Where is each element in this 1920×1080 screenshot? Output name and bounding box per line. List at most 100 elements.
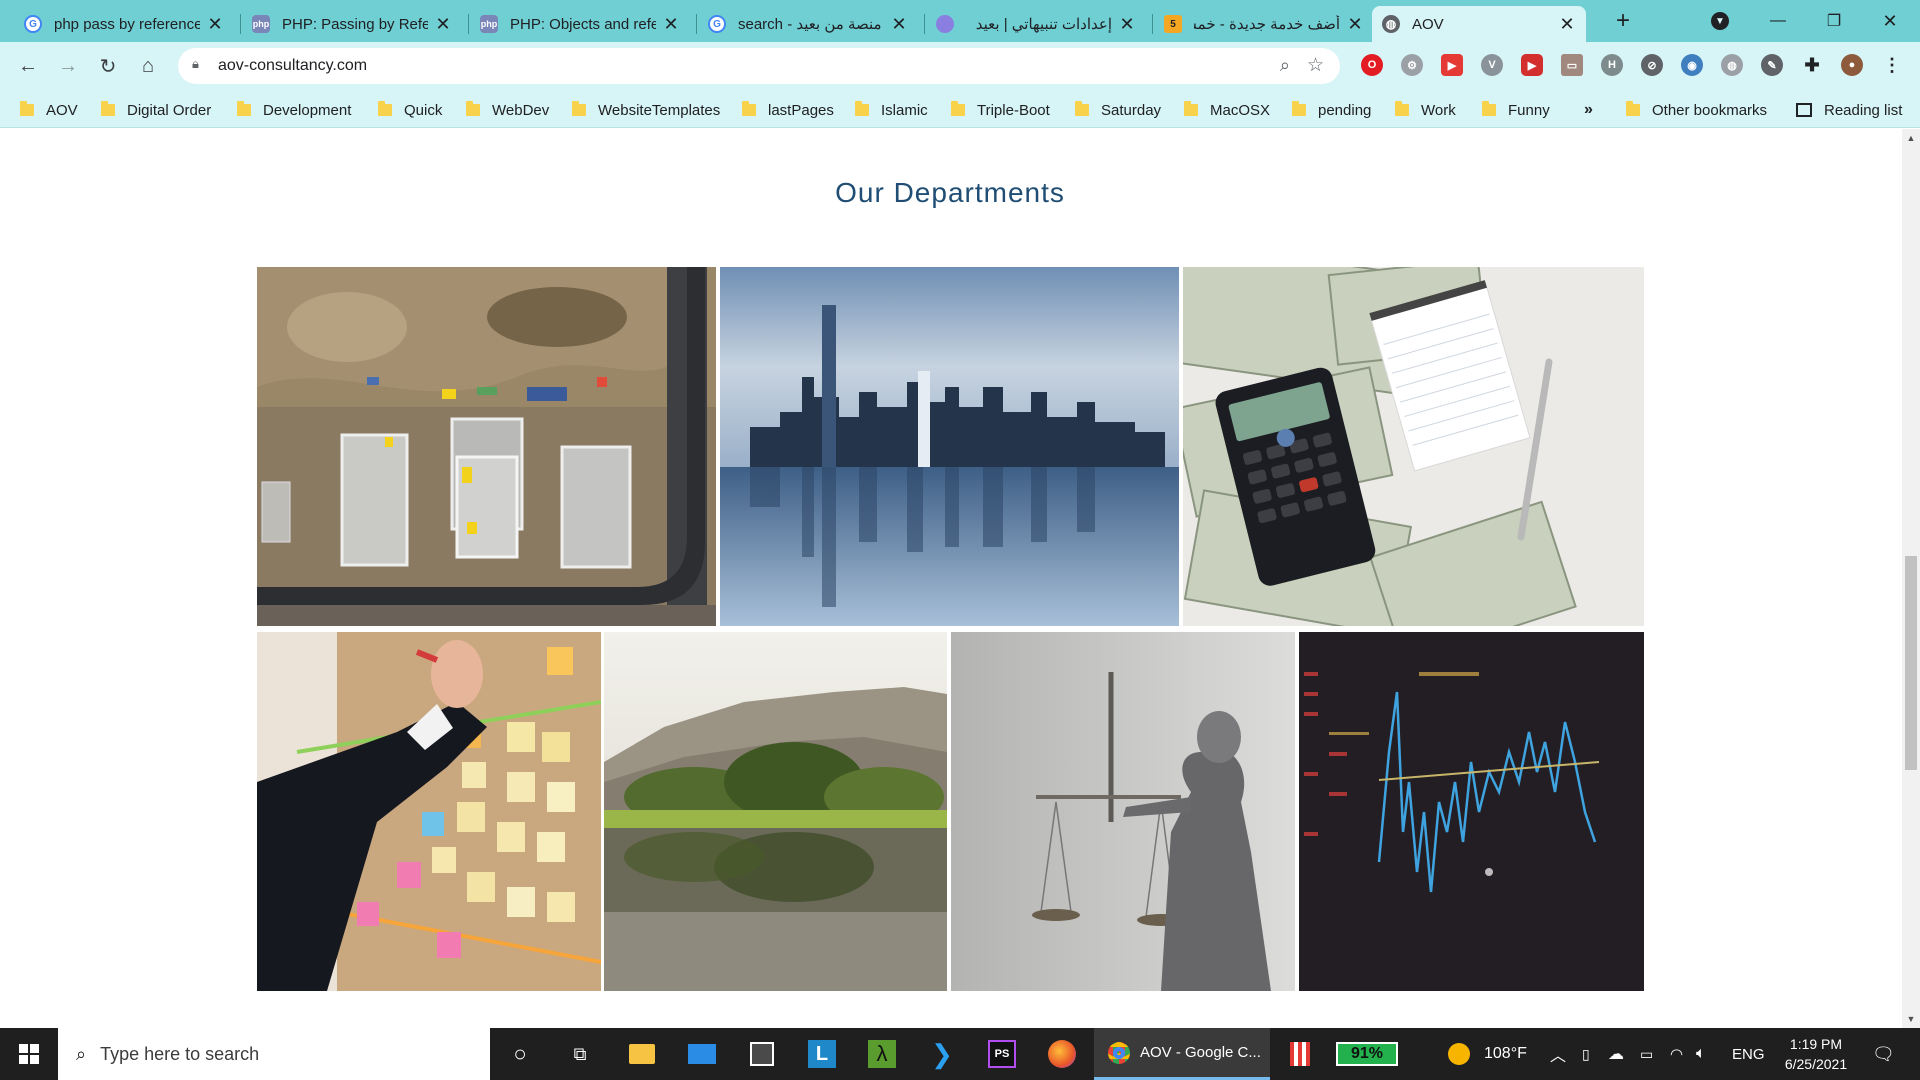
language-indicator[interactable]: ENG bbox=[1732, 1028, 1765, 1080]
scrollbar-thumb[interactable] bbox=[1905, 556, 1917, 770]
device-icon[interactable]: ▯ bbox=[1582, 1028, 1590, 1080]
puzzle-extensions-icon[interactable]: ✚ bbox=[1801, 54, 1823, 76]
address-bar[interactable]: 🔒︎ aov-consultancy.com ⌕ ☆ bbox=[178, 48, 1340, 84]
h-extension-icon[interactable]: H bbox=[1601, 54, 1623, 76]
start-button[interactable] bbox=[0, 1028, 58, 1080]
zoom-icon[interactable]: ⌕ bbox=[1280, 55, 1290, 76]
firefox-icon[interactable] bbox=[1040, 1028, 1084, 1080]
tab-search-baeed[interactable]: G search - منصة من بعيد ✕ bbox=[698, 6, 918, 42]
department-investment[interactable] bbox=[1299, 632, 1644, 991]
bookmark-saturday[interactable]: Saturday bbox=[1075, 99, 1161, 121]
bookmark-webdev[interactable]: WebDev bbox=[466, 99, 549, 121]
onedrive-cloud-icon[interactable]: ☁ bbox=[1608, 1028, 1624, 1080]
scroll-up-arrow-icon[interactable]: ▲ bbox=[1902, 133, 1920, 143]
department-environment[interactable] bbox=[604, 632, 947, 991]
phpstorm-icon[interactable]: PS bbox=[980, 1028, 1024, 1080]
department-legal[interactable] bbox=[951, 632, 1295, 991]
dropper-extension-icon[interactable]: ✎ bbox=[1761, 54, 1783, 76]
wifi-icon[interactable]: ◠ bbox=[1670, 1028, 1683, 1080]
video-extension-icon[interactable]: ▶ bbox=[1521, 54, 1543, 76]
department-construction[interactable] bbox=[257, 267, 716, 626]
bookmark-islamic[interactable]: Islamic bbox=[855, 99, 928, 121]
store-icon[interactable] bbox=[740, 1028, 784, 1080]
bookmark-macosx[interactable]: MacOSX bbox=[1184, 99, 1270, 121]
bookmarks-overflow-button[interactable]: » bbox=[1584, 99, 1593, 121]
bookmark-triple-boot[interactable]: Triple-Boot bbox=[951, 99, 1050, 121]
card-extension-icon[interactable]: ▭ bbox=[1561, 54, 1583, 76]
bookmark-websitetemplates[interactable]: WebsiteTemplates bbox=[572, 99, 720, 121]
power-icon[interactable]: ▭ bbox=[1640, 1028, 1653, 1080]
money-calculator-notepad-image bbox=[1183, 267, 1644, 626]
tab-php-passing-by-reference[interactable]: php PHP: Passing by Reference ✕ bbox=[242, 6, 462, 42]
mail-icon[interactable] bbox=[680, 1028, 724, 1080]
arrow-left-icon: ← bbox=[18, 54, 38, 77]
tab-aov[interactable]: ◍ AOV ✕ bbox=[1372, 6, 1586, 42]
bookmark-work[interactable]: Work bbox=[1395, 99, 1456, 121]
tab-notification-settings[interactable]: إعدادات تنبيهاتي | بعيد ✕ bbox=[926, 6, 1146, 42]
bookmark-digital-order[interactable]: Digital Order bbox=[101, 99, 211, 121]
bookmark-pending[interactable]: pending bbox=[1292, 99, 1371, 121]
clock[interactable]: 1:19 PM 6/25/2021 bbox=[1774, 1028, 1858, 1080]
colorful-extension-icon[interactable]: ◉ bbox=[1681, 54, 1703, 76]
lambda-app-icon[interactable]: λ bbox=[860, 1028, 904, 1080]
bookmark-star-icon[interactable]: ☆ bbox=[1307, 54, 1324, 77]
scroll-down-arrow-icon[interactable]: ▼ bbox=[1902, 1014, 1920, 1024]
cortana-icon[interactable]: ○ bbox=[500, 1028, 540, 1080]
globe-extension-icon[interactable]: ◍ bbox=[1721, 54, 1743, 76]
show-hidden-icons-chevron-icon[interactable]: ︿ bbox=[1550, 1028, 1566, 1080]
folder-icon bbox=[20, 101, 34, 116]
close-tab-icon[interactable]: ✕ bbox=[662, 14, 680, 35]
close-tab-icon[interactable]: ✕ bbox=[1118, 14, 1136, 35]
department-real-estate[interactable] bbox=[720, 267, 1179, 626]
tab-search-button[interactable]: ▼ bbox=[1692, 0, 1748, 42]
back-button[interactable]: ← bbox=[12, 50, 44, 82]
restore-button[interactable]: ❐ bbox=[1806, 0, 1862, 42]
vscode-icon[interactable]: ❯ bbox=[920, 1028, 964, 1080]
gear-extension-icon[interactable]: ⚙ bbox=[1401, 54, 1423, 76]
reading-list-button[interactable]: Reading list bbox=[1796, 99, 1902, 121]
close-tab-icon[interactable]: ✕ bbox=[1346, 14, 1364, 35]
close-tab-icon[interactable]: ✕ bbox=[890, 14, 908, 35]
file-explorer-icon[interactable] bbox=[620, 1028, 664, 1080]
lock-icon[interactable]: 🔒︎ bbox=[192, 56, 199, 72]
popcorn-app-icon[interactable] bbox=[1278, 1028, 1322, 1080]
bookmark-lastpages[interactable]: lastPages bbox=[742, 99, 834, 121]
opera-extension-icon[interactable]: O bbox=[1361, 54, 1383, 76]
close-window-button[interactable]: ✕ bbox=[1862, 0, 1918, 42]
close-tab-icon[interactable]: ✕ bbox=[1558, 14, 1576, 35]
other-bookmarks[interactable]: Other bookmarks bbox=[1626, 99, 1767, 121]
profile-avatar[interactable]: ● bbox=[1841, 54, 1863, 76]
taskbar-chrome-app[interactable]: AOV - Google C... bbox=[1094, 1028, 1270, 1080]
close-tab-icon[interactable]: ✕ bbox=[434, 14, 452, 35]
kebab-menu-icon[interactable]: ⋮ bbox=[1881, 54, 1903, 76]
new-tab-button[interactable]: + bbox=[1598, 0, 1648, 42]
minimize-button[interactable]: — bbox=[1750, 0, 1806, 42]
folder-icon bbox=[237, 101, 251, 116]
block-extension-icon[interactable]: ⊘ bbox=[1641, 54, 1663, 76]
taskbar-search-input[interactable]: ⌕ Type here to search bbox=[58, 1028, 490, 1080]
home-button[interactable]: ⌂ bbox=[132, 50, 164, 82]
bookmark-development[interactable]: Development bbox=[237, 99, 351, 121]
tab-php-objects-and-references[interactable]: php PHP: Objects and references ✕ bbox=[470, 6, 690, 42]
bookmark-quick[interactable]: Quick bbox=[378, 99, 442, 121]
vertical-scrollbar[interactable]: ▲ ▼ bbox=[1902, 129, 1920, 1028]
close-tab-icon[interactable]: ✕ bbox=[206, 14, 224, 35]
tab-php-pass-by-reference[interactable]: G php pass by reference ✕ bbox=[14, 6, 234, 42]
volume-icon[interactable]: 🔈︎ bbox=[1696, 1028, 1706, 1080]
weather-widget[interactable]: 108°F bbox=[1448, 1028, 1527, 1080]
notifications-icon[interactable]: 🗨︎ bbox=[1872, 1028, 1895, 1080]
battery-indicator[interactable]: 91% bbox=[1336, 1028, 1398, 1080]
red-extension-icon[interactable]: ▶ bbox=[1441, 54, 1463, 76]
department-management[interactable] bbox=[257, 632, 601, 991]
department-finance[interactable] bbox=[1183, 267, 1644, 626]
forward-button[interactable]: → bbox=[52, 50, 84, 82]
url-text[interactable]: aov-consultancy.com bbox=[218, 57, 367, 75]
bookmark-funny[interactable]: Funny bbox=[1482, 99, 1550, 121]
reload-button[interactable]: ↻ bbox=[92, 50, 124, 82]
tab-add-new-service[interactable]: 5 أضف خدمة جديدة - خمسات ✕ bbox=[1154, 6, 1374, 42]
l-app-icon[interactable]: L bbox=[800, 1028, 844, 1080]
google-icon: G bbox=[24, 15, 42, 33]
vuejs-extension-icon[interactable]: V bbox=[1481, 54, 1503, 76]
task-view-icon[interactable]: ⧉ bbox=[560, 1028, 600, 1080]
bookmark-aov[interactable]: AOV bbox=[20, 99, 78, 121]
